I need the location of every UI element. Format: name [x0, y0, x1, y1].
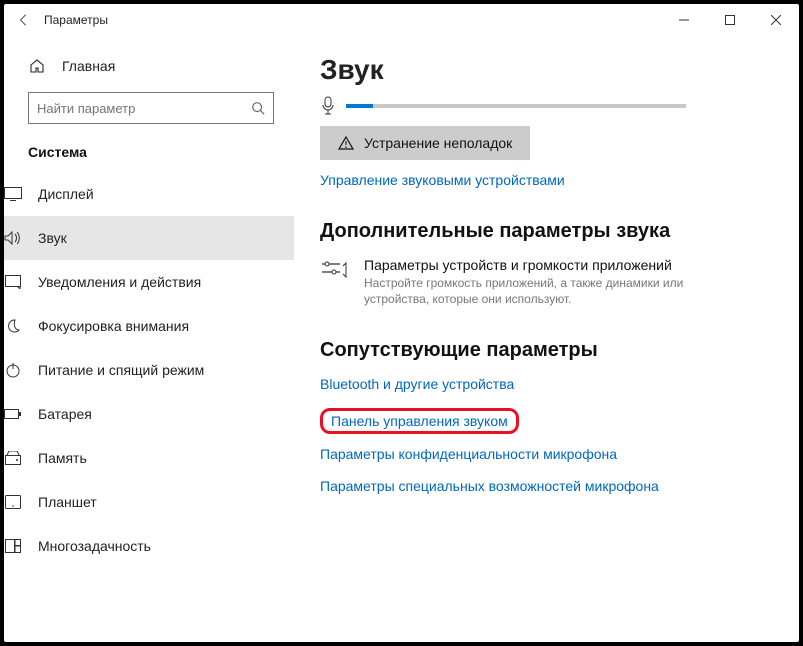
- related-heading: Сопутствующие параметры: [320, 339, 769, 362]
- multitask-icon: [4, 539, 22, 553]
- nav-label: Питание и спящий режим: [38, 362, 204, 378]
- settings-window: Параметры Главная: [0, 0, 803, 646]
- link-mic-accessibility[interactable]: Параметры специальных возможностей микро…: [320, 478, 769, 494]
- sliders-icon: [320, 257, 350, 281]
- link-mic-privacy[interactable]: Параметры конфиденциальности микрофона: [320, 446, 769, 462]
- sound-icon: [4, 231, 22, 245]
- nav-label: Уведомления и действия: [38, 274, 201, 290]
- power-icon: [4, 362, 22, 378]
- search-icon: [251, 101, 265, 115]
- content-pane: Звук Устранение неполадок Управление зву…: [294, 36, 799, 642]
- nav-label: Фокусировка внимания: [38, 318, 189, 334]
- nav-tablet[interactable]: Планшет: [4, 480, 294, 524]
- nav-focus[interactable]: Фокусировка внимания: [4, 304, 294, 348]
- storage-icon: [4, 451, 22, 465]
- nav-list: Дисплей Звук Уведомления и действия Фоку…: [4, 172, 294, 568]
- battery-icon: [4, 408, 22, 420]
- nav-label: Память: [38, 450, 87, 466]
- mic-level-bar: [346, 104, 686, 108]
- nav-power[interactable]: Питание и спящий режим: [4, 348, 294, 392]
- home-label: Главная: [62, 58, 115, 74]
- mic-level-row: [320, 96, 769, 116]
- nav-notifications[interactable]: Уведомления и действия: [4, 260, 294, 304]
- related-links: Bluetooth и другие устройства Панель упр…: [320, 376, 769, 494]
- notifications-icon: [4, 275, 22, 289]
- titlebar: Параметры: [4, 4, 799, 36]
- link-bluetooth[interactable]: Bluetooth и другие устройства: [320, 376, 769, 392]
- home-icon: [28, 58, 46, 74]
- close-button[interactable]: [753, 4, 799, 36]
- nav-label: Батарея: [38, 406, 92, 422]
- nav-multitask[interactable]: Многозадачность: [4, 524, 294, 568]
- troubleshoot-label: Устранение неполадок: [364, 135, 512, 151]
- window-title: Параметры: [44, 13, 108, 27]
- manage-devices-link[interactable]: Управление звуковыми устройствами: [320, 172, 769, 188]
- minimize-button[interactable]: [661, 4, 707, 36]
- nav-sound[interactable]: Звук: [4, 216, 294, 260]
- nav-label: Дисплей: [38, 186, 94, 202]
- app-volume-desc: Настройте громкость приложений, а также …: [364, 275, 704, 307]
- section-heading: Система: [28, 144, 274, 160]
- home-nav[interactable]: Главная: [28, 54, 274, 78]
- maximize-button[interactable]: [707, 4, 753, 36]
- link-sound-control-panel[interactable]: Панель управления звуком: [331, 413, 508, 429]
- app-volume-title: Параметры устройств и громкости приложен…: [364, 257, 704, 273]
- app-volume-row[interactable]: Параметры устройств и громкости приложен…: [320, 257, 769, 307]
- back-button[interactable]: [12, 8, 36, 32]
- nav-label: Многозадачность: [38, 538, 151, 554]
- page-heading: Звук: [320, 54, 769, 86]
- advanced-heading: Дополнительные параметры звука: [320, 220, 769, 243]
- highlight-callout: Панель управления звуком: [320, 408, 519, 434]
- nav-battery[interactable]: Батарея: [4, 392, 294, 436]
- search-input[interactable]: [37, 101, 251, 116]
- nav-display[interactable]: Дисплей: [4, 172, 294, 216]
- display-icon: [4, 187, 22, 201]
- sidebar: Главная Система Дисплей Звук: [4, 36, 294, 642]
- troubleshoot-button[interactable]: Устранение неполадок: [320, 126, 530, 160]
- nav-label: Планшет: [38, 494, 97, 510]
- microphone-icon: [320, 96, 336, 116]
- search-box[interactable]: [28, 92, 274, 124]
- focus-icon: [4, 318, 22, 334]
- warning-icon: [338, 136, 354, 150]
- nav-label: Звук: [38, 230, 67, 246]
- tablet-icon: [4, 495, 22, 509]
- nav-storage[interactable]: Память: [4, 436, 294, 480]
